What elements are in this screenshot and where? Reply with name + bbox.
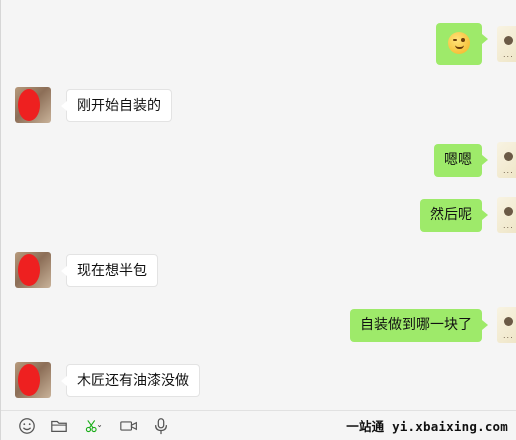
microphone-icon[interactable] bbox=[151, 416, 171, 436]
message-bubble-other[interactable]: 木匠还有油漆没做 bbox=[61, 363, 200, 397]
contact-avatar[interactable] bbox=[15, 252, 51, 288]
message-row-self: 嗯嗯 ... bbox=[434, 142, 516, 178]
folder-icon[interactable] bbox=[49, 416, 69, 436]
message-bubble-self[interactable] bbox=[436, 23, 488, 65]
self-avatar[interactable]: ... bbox=[497, 142, 516, 178]
self-avatar[interactable]: ... bbox=[497, 307, 516, 343]
message-bubble-self[interactable]: 嗯嗯 bbox=[434, 143, 488, 177]
watermark-text: 一站通 yi.xbaixing.com bbox=[346, 419, 508, 434]
contact-avatar[interactable] bbox=[15, 362, 51, 398]
message-bubble-other[interactable]: 刚开始自装的 bbox=[61, 88, 172, 122]
message-row-other: 现在想半包 bbox=[15, 252, 158, 288]
video-icon[interactable] bbox=[119, 416, 139, 436]
message-row-self: 然后呢 ... bbox=[420, 197, 516, 233]
scissors-icon[interactable] bbox=[81, 416, 107, 436]
message-bubble-self[interactable]: 自装做到哪一块了 bbox=[350, 308, 488, 342]
self-avatar[interactable]: ... bbox=[497, 197, 516, 233]
wink-emoji-icon bbox=[448, 32, 470, 54]
emoji-icon[interactable] bbox=[17, 416, 37, 436]
contact-avatar[interactable] bbox=[15, 87, 51, 123]
chat-message-area[interactable]: ... 刚开始自装的 嗯嗯 ... 然后呢 ... 现在想半包 自装做到哪一块了… bbox=[1, 0, 516, 410]
message-bubble-other[interactable]: 现在想半包 bbox=[61, 253, 158, 287]
message-row-other: 木匠还有油漆没做 bbox=[15, 362, 200, 398]
self-avatar[interactable]: ... bbox=[497, 26, 516, 62]
message-row-other: 刚开始自装的 bbox=[15, 87, 172, 123]
message-bubble-self[interactable]: 然后呢 bbox=[420, 198, 488, 232]
message-row-self: ... bbox=[436, 23, 516, 65]
message-row-self: 自装做到哪一块了 ... bbox=[350, 307, 516, 343]
